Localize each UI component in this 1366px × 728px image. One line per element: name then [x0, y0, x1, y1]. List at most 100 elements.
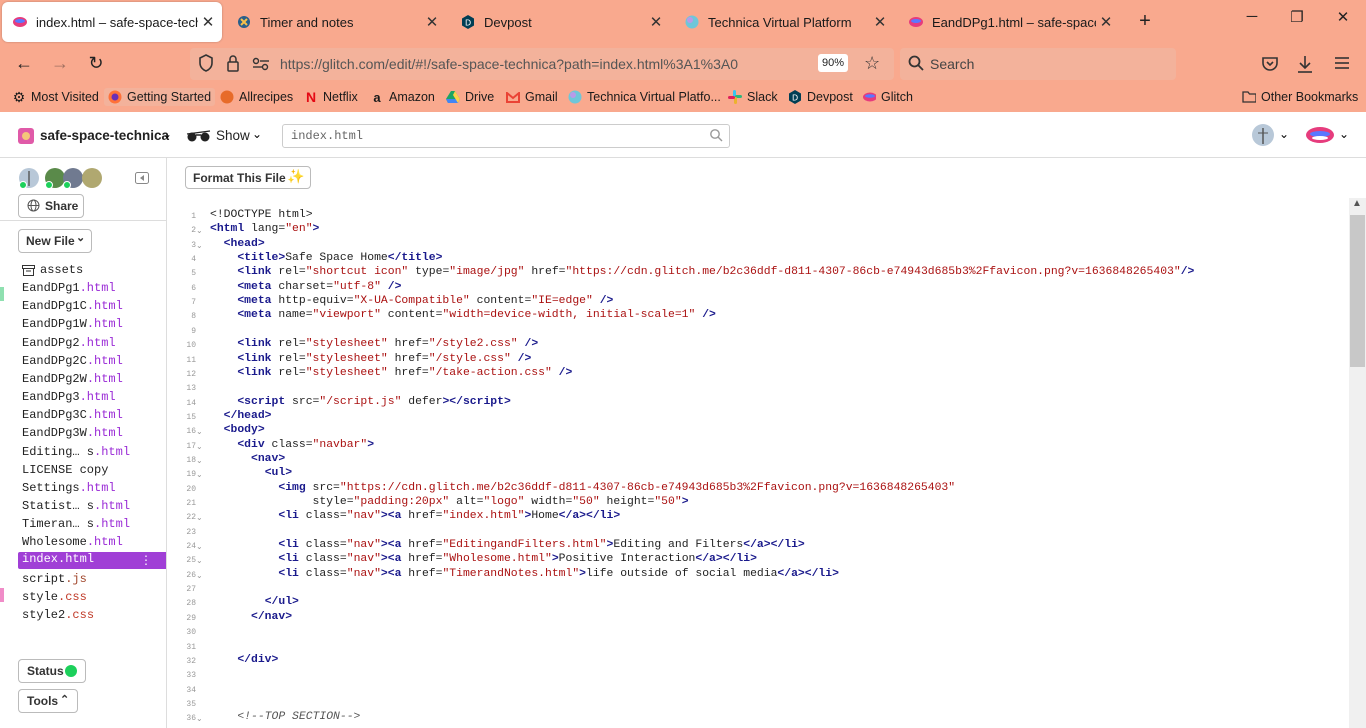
file-item[interactable]: LICENSE copy: [22, 463, 108, 477]
file-item[interactable]: EandDPg2W.html: [22, 372, 123, 386]
file-item[interactable]: EandDPg3.html: [22, 390, 116, 404]
file-item[interactable]: EandDPg3W.html: [22, 426, 123, 440]
reload-icon[interactable]: ↻: [84, 53, 108, 74]
avatar[interactable]: [81, 167, 103, 194]
code-line[interactable]: <script src="/script.js" defer></script>: [210, 396, 510, 408]
menu-icon[interactable]: [1333, 56, 1351, 75]
code-line[interactable]: <li class="nav"><a href="EditingandFilte…: [210, 539, 804, 551]
chevron-down-icon[interactable]: ⌄: [162, 127, 172, 141]
user-avatar[interactable]: [1252, 124, 1274, 151]
window-close-icon[interactable]: ✕: [1328, 8, 1358, 26]
fold-toggle-icon[interactable]: ⌄: [196, 571, 203, 580]
close-icon[interactable]: ✕: [1096, 13, 1116, 31]
show-button[interactable]: Show: [216, 128, 250, 143]
file-item[interactable]: Editing… s.html: [22, 445, 130, 459]
format-file-button[interactable]: Format This File ✨: [185, 166, 311, 189]
status-button[interactable]: Status: [18, 659, 86, 683]
code-line[interactable]: <link rel="stylesheet" href="/style.css"…: [210, 353, 531, 365]
tab-timer-notes[interactable]: Timer and notes ✕: [226, 2, 446, 42]
code-line[interactable]: <link rel="stylesheet" href="/style2.css…: [210, 338, 538, 350]
code-line[interactable]: <title>Safe Space Home</title>: [210, 252, 442, 264]
restore-icon[interactable]: ❐: [1282, 8, 1312, 26]
code-line[interactable]: style="padding:20px" alt="logo" width="5…: [210, 496, 689, 508]
bookmark-devpost[interactable]: D Devpost: [788, 90, 853, 104]
new-tab-button[interactable]: +: [1134, 10, 1156, 33]
code-line[interactable]: <link rel="shortcut icon" type="image/jp…: [210, 266, 1194, 278]
other-bookmarks[interactable]: Other Bookmarks: [1242, 90, 1358, 104]
code-line[interactable]: <img src="https://cdn.glitch.me/b2c36ddf…: [210, 482, 955, 494]
fold-toggle-icon[interactable]: ⌄: [196, 714, 203, 723]
tools-button[interactable]: Tools ⌃: [18, 689, 78, 713]
close-icon[interactable]: ✕: [422, 13, 442, 31]
bookmark-netflix[interactable]: N Netflix: [304, 89, 358, 105]
chevron-down-icon[interactable]: ⌄: [1339, 127, 1349, 141]
file-item[interactable]: style2.css: [22, 608, 94, 622]
code-line[interactable]: <html lang="en">: [210, 223, 319, 235]
file-item[interactable]: script.js: [22, 572, 87, 586]
code-line[interactable]: </div>: [210, 654, 278, 666]
project-name[interactable]: safe-space-technica: [40, 128, 169, 143]
bookmark-allrecipes[interactable]: Allrecipes: [220, 90, 293, 104]
code-line[interactable]: <head>: [210, 238, 265, 250]
code-line[interactable]: <body>: [210, 424, 265, 436]
fold-toggle-icon[interactable]: ⌄: [196, 542, 203, 551]
code-line[interactable]: <meta charset="utf-8" />: [210, 281, 401, 293]
fold-toggle-icon[interactable]: ⌄: [196, 513, 203, 522]
chevron-down-icon[interactable]: ⌄: [252, 127, 262, 141]
close-icon[interactable]: ✕: [646, 13, 666, 31]
tab-eanddpg1[interactable]: EandDPg1.html – safe-space-te ✕: [898, 2, 1120, 42]
tab-technica[interactable]: Technica Virtual Platform ✕: [674, 2, 894, 42]
file-item[interactable]: EandDPg1C.html: [22, 299, 123, 313]
file-item[interactable]: Statist… s.html: [22, 499, 130, 513]
tab-index-html[interactable]: index.html – safe-space-technica ✕: [2, 2, 222, 42]
fold-toggle-icon[interactable]: ⌄: [196, 442, 203, 451]
folder-item[interactable]: assets: [40, 263, 83, 277]
forward-icon[interactable]: →: [48, 53, 72, 74]
file-item[interactable]: EandDPg1.html: [22, 281, 116, 295]
file-item[interactable]: EandDPg2C.html: [22, 354, 123, 368]
file-item[interactable]: Timeran… s.html: [22, 517, 130, 531]
file-search-input[interactable]: index.html: [282, 124, 730, 148]
share-button[interactable]: Share: [18, 194, 84, 218]
bookmark-gmail[interactable]: Gmail: [506, 90, 558, 104]
file-item[interactable]: EandDPg1W.html: [22, 317, 123, 331]
code-line[interactable]: <!DOCTYPE html>: [210, 209, 313, 221]
close-icon[interactable]: ✕: [198, 13, 218, 31]
url-bar[interactable]: https://glitch.com/edit/#!/safe-space-te…: [190, 48, 894, 80]
bookmark-technica[interactable]: Technica Virtual Platfo...: [568, 90, 721, 104]
glitch-logo-icon[interactable]: [1305, 125, 1335, 150]
fold-toggle-icon[interactable]: ⌄: [196, 241, 203, 250]
bookmark-star-icon[interactable]: ☆: [864, 53, 880, 74]
permissions-icon[interactable]: [252, 57, 270, 76]
bookmark-glitch[interactable]: Glitch: [862, 90, 913, 104]
file-item[interactable]: EandDPg2.html: [22, 336, 116, 350]
scrollbar-thumb[interactable]: [1350, 215, 1365, 367]
fold-toggle-icon[interactable]: ⌄: [196, 226, 203, 235]
code-line[interactable]: <link rel="stylesheet" href="/take-actio…: [210, 367, 572, 379]
avatar[interactable]: [18, 167, 40, 194]
zoom-level[interactable]: 90%: [818, 54, 849, 72]
code-line[interactable]: <nav>: [210, 453, 285, 465]
shield-icon[interactable]: [198, 54, 214, 77]
search-bar[interactable]: Search: [900, 48, 1176, 80]
file-item[interactable]: EandDPg3C.html: [22, 408, 123, 422]
fold-toggle-icon[interactable]: ⌄: [196, 456, 203, 465]
file-item[interactable]: Settings.html: [22, 481, 116, 495]
tab-devpost[interactable]: D Devpost ✕: [450, 2, 670, 42]
chevron-down-icon[interactable]: ⌄: [1279, 127, 1289, 141]
code-line[interactable]: <li class="nav"><a href="Wholesome.html"…: [210, 553, 757, 565]
sunglasses-icon[interactable]: [186, 129, 212, 147]
file-options-icon[interactable]: ⋮: [140, 553, 152, 568]
code-line[interactable]: <ul>: [210, 467, 292, 479]
bookmark-most-visited[interactable]: ⚙ Most Visited: [12, 89, 99, 105]
new-file-button[interactable]: New File ⌄: [18, 229, 92, 253]
minimize-icon[interactable]: ─: [1237, 8, 1267, 25]
code-line[interactable]: <div class="navbar">: [210, 439, 374, 451]
fold-toggle-icon[interactable]: ⌄: [196, 556, 203, 565]
bookmark-getting-started[interactable]: Getting Started: [104, 88, 216, 106]
code-line[interactable]: <meta name="viewport" content="width=dev…: [210, 309, 716, 321]
code-line[interactable]: <li class="nav"><a href="TimerandNotes.h…: [210, 568, 839, 580]
code-line[interactable]: <li class="nav"><a href="index.html">Hom…: [210, 510, 620, 522]
downloads-icon[interactable]: [1296, 54, 1314, 79]
fold-toggle-icon[interactable]: ⌄: [196, 470, 203, 479]
